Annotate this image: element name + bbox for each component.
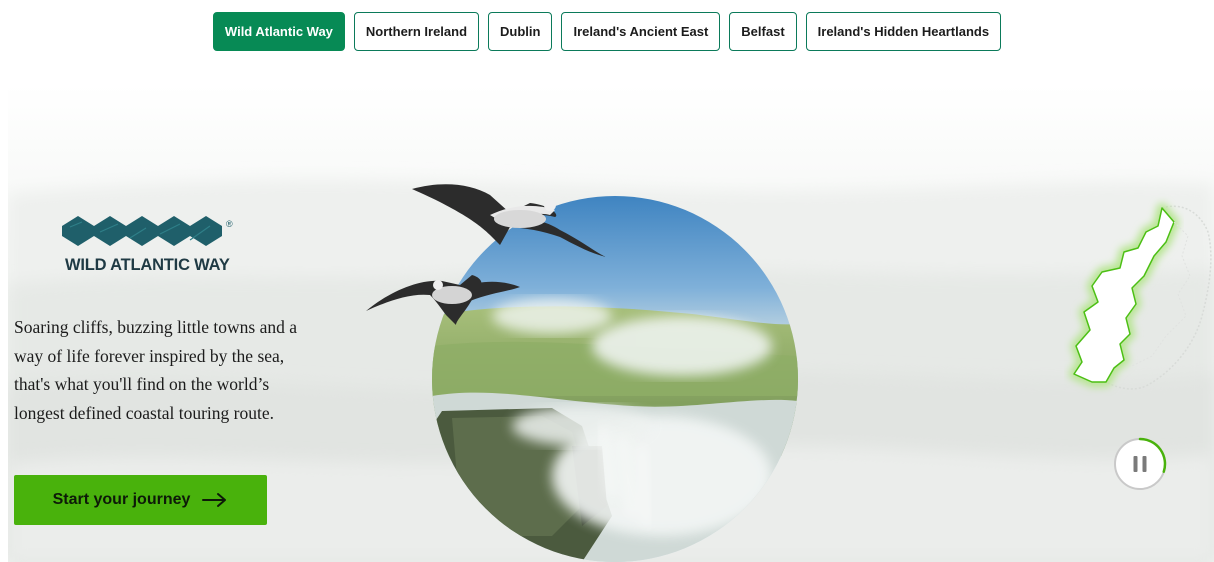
tab-dublin[interactable]: Dublin	[488, 12, 553, 51]
ireland-map-icon	[1069, 203, 1212, 390]
start-journey-button[interactable]: Start your journey	[14, 475, 267, 525]
tab-wild-atlantic-way[interactable]: Wild Atlantic Way	[212, 12, 345, 51]
arrow-right-icon	[202, 493, 227, 507]
region-tabs: Wild Atlantic Way Northern Ireland Dubli…	[0, 12, 1214, 51]
tab-irelands-ancient-east[interactable]: Ireland's Ancient East	[561, 12, 721, 51]
hero-description: Soaring cliffs, buzzing little towns and…	[14, 317, 298, 423]
cta-label: Start your journey	[52, 491, 191, 508]
tab-irelands-hidden-heartlands[interactable]: Ireland's Hidden Heartlands	[805, 12, 1002, 51]
tab-belfast[interactable]: Belfast	[729, 12, 797, 51]
slideshow-pause-button[interactable]	[1113, 437, 1167, 491]
tab-northern-ireland[interactable]: Northern Ireland	[353, 12, 480, 51]
seagulls-image	[366, 184, 606, 325]
logo-text: WILD ATLANTIC WAY	[65, 256, 230, 274]
registered-mark: ®	[226, 219, 233, 229]
